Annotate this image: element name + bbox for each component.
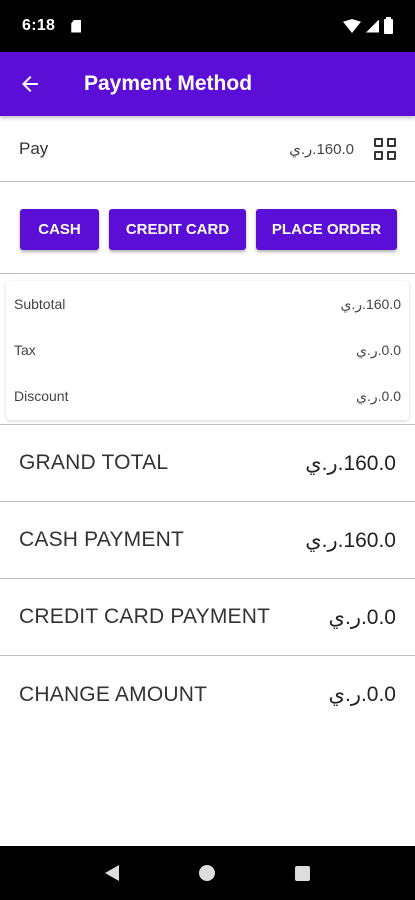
battery-icon <box>384 16 393 34</box>
nav-recents-icon[interactable] <box>295 865 310 881</box>
page-title: Payment Method <box>84 72 253 95</box>
tax-label: Tax <box>14 342 36 358</box>
tax-row: Tax 0.0.ر.ي <box>6 327 409 373</box>
app-bar: Payment Method <box>0 52 415 116</box>
change-amount-label: CHANGE AMOUNT <box>19 682 208 706</box>
grand-total-value: 160.0.ر.ي <box>305 451 396 475</box>
credit-card-button[interactable]: CREDIT CARD <box>109 209 246 250</box>
nav-back-icon[interactable] <box>105 865 119 881</box>
grid-view-icon[interactable] <box>374 137 396 160</box>
credit-card-payment-row: CREDIT CARD PAYMENT 0.0.ر.ي <box>0 579 415 656</box>
tax-value: 0.0.ر.ي <box>356 341 401 358</box>
change-amount-value: 0.0.ر.ي <box>328 683 396 706</box>
discount-row: Discount 0.0.ر.ي <box>6 373 409 419</box>
status-icons <box>343 16 393 34</box>
navigation-bar <box>0 846 415 900</box>
payment-buttons: CASH CREDIT CARD PLACE ORDER <box>20 209 397 250</box>
pay-amount: 160.0.ر.ي <box>289 140 354 158</box>
cash-payment-value: 160.0.ر.ي <box>305 528 396 552</box>
signal-icon <box>366 19 379 33</box>
wifi-icon <box>343 19 361 33</box>
divider <box>0 273 415 274</box>
grand-total-label: GRAND TOTAL <box>19 451 169 474</box>
cash-payment-row: CASH PAYMENT 160.0.ر.ي <box>0 502 415 579</box>
cash-payment-label: CASH PAYMENT <box>19 528 184 551</box>
change-amount-row: CHANGE AMOUNT 0.0.ر.ي <box>0 656 415 733</box>
status-time: 6:18 <box>22 17 56 34</box>
back-button[interactable] <box>0 52 60 116</box>
subtotal-label: Subtotal <box>14 296 66 312</box>
sim-card-icon <box>71 19 82 33</box>
summary-card: Subtotal 160.0.ر.ي Tax 0.0.ر.ي Discount … <box>6 281 409 420</box>
cash-button[interactable]: CASH <box>20 209 99 250</box>
discount-label: Discount <box>14 388 69 404</box>
subtotal-row: Subtotal 160.0.ر.ي <box>6 281 409 327</box>
place-order-button[interactable]: PLACE ORDER <box>256 209 397 250</box>
pay-label: Pay <box>19 138 49 158</box>
grand-total-row: GRAND TOTAL 160.0.ر.ي <box>0 425 415 502</box>
nav-home-icon[interactable] <box>199 865 215 881</box>
credit-card-payment-value: 0.0.ر.ي <box>328 605 396 629</box>
pay-row: Pay 160.0.ر.ي <box>0 116 415 182</box>
status-bar: 6:18 <box>0 0 415 52</box>
discount-value: 0.0.ر.ي <box>356 387 401 404</box>
arrow-back-icon <box>22 76 38 92</box>
credit-card-payment-label: CREDIT CARD PAYMENT <box>19 605 271 628</box>
subtotal-value: 160.0.ر.ي <box>340 295 401 312</box>
